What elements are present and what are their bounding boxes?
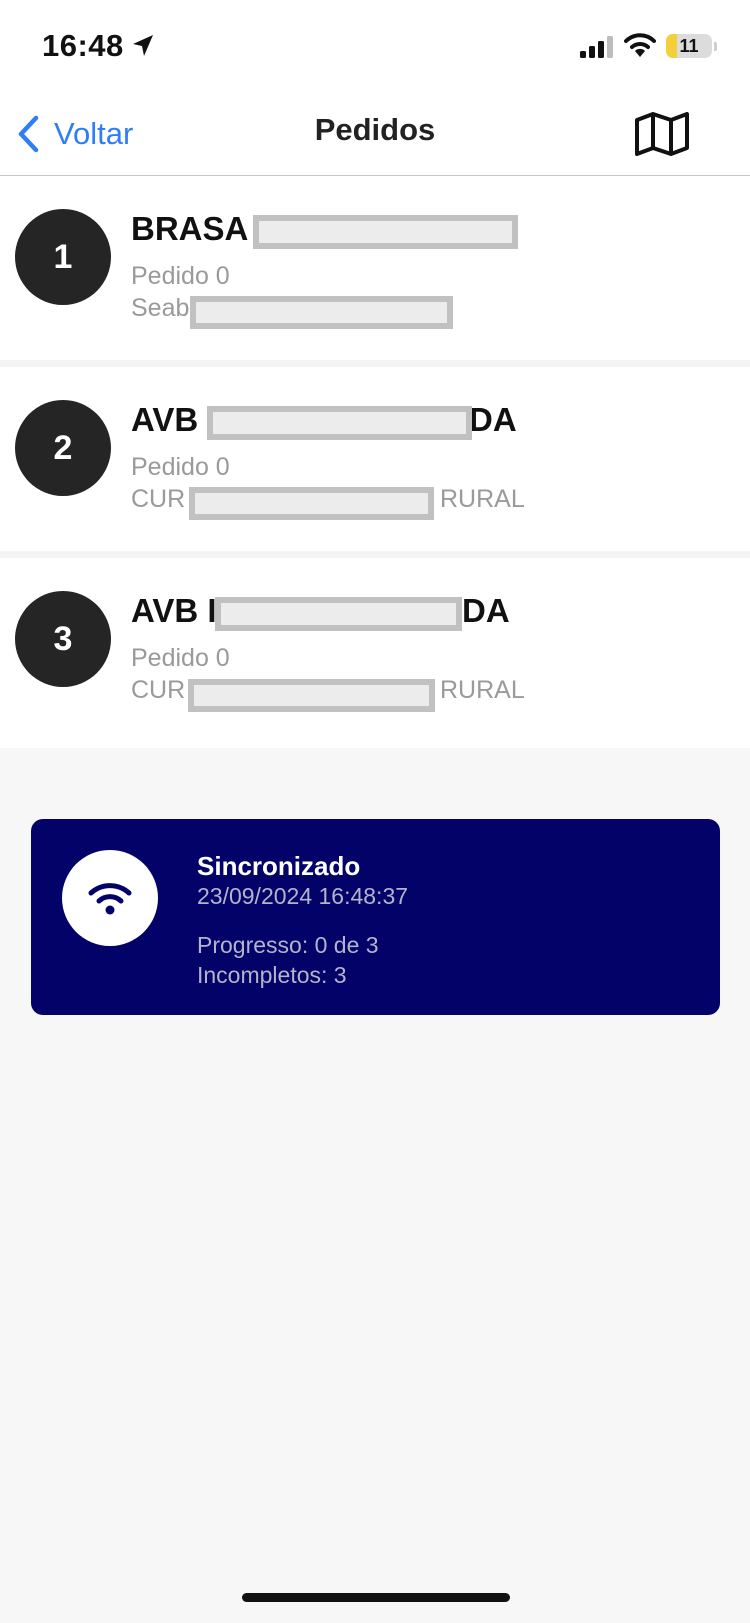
order-list: 1 BRASA Pedido 0 Seab 2 AVB DA Pedido 0 … (0, 176, 750, 748)
order-address-prefix: CUR (131, 485, 186, 513)
order-client-name: AVB I (131, 592, 217, 630)
sync-status-card[interactable]: Sincronizado 23/09/2024 16:48:37 Progres… (31, 819, 720, 1015)
order-address: Seab (131, 294, 189, 323)
map-button[interactable] (632, 108, 692, 160)
order-list-item[interactable]: 2 AVB DA Pedido 0 CUR RURAL (0, 367, 750, 558)
status-time: 16:48 (42, 28, 124, 63)
chevron-left-icon (18, 115, 39, 153)
order-address: CUR (131, 485, 185, 514)
sync-progress: Progresso: 0 de 3 (197, 932, 379, 958)
map-icon (635, 112, 689, 156)
order-address-suffix: RURAL (440, 485, 525, 513)
order-number-badge: 3 (15, 591, 111, 687)
order-number-badge: 2 (15, 400, 111, 496)
order-client-name-prefix: BRASA (131, 210, 249, 247)
order-client-name-suffix: DA (469, 401, 517, 438)
order-label: Pedido 0 (131, 644, 230, 672)
nav-bar: Voltar Pedidos (0, 96, 750, 176)
order-label: Pedido 0 (131, 453, 230, 481)
sync-datetime: 23/09/2024 16:48:37 (197, 883, 409, 909)
redacted-block (190, 296, 453, 329)
battery-nub (714, 42, 717, 51)
order-address-suffix: RURAL (440, 676, 525, 704)
sync-incomplete: Incompletos: 3 (197, 962, 347, 988)
sync-title: Sincronizado (197, 851, 361, 881)
redacted-block (189, 487, 434, 520)
redacted-block (215, 597, 462, 631)
order-address-prefix: CUR (131, 676, 186, 704)
order-address-prefix: Seab (131, 294, 190, 322)
wifi-icon (88, 883, 132, 915)
order-list-item[interactable]: 3 AVB I DA Pedido 0 CUR RURAL (0, 558, 750, 748)
order-list-item[interactable]: 1 BRASA Pedido 0 Seab (0, 176, 750, 367)
redacted-block (253, 215, 518, 249)
order-address: CUR (131, 676, 185, 705)
wifi-status-icon (624, 33, 656, 57)
order-label: Pedido 0 (131, 262, 230, 290)
order-client-name-suffix: DA (462, 592, 510, 629)
home-indicator[interactable] (242, 1593, 510, 1602)
location-arrow-icon (133, 35, 153, 56)
redacted-block (188, 679, 435, 712)
sync-icon-circle (62, 850, 158, 946)
back-label: Voltar (54, 116, 134, 151)
order-client-name-prefix: AVB I (131, 592, 217, 629)
order-client-name: BRASA (131, 210, 248, 248)
redacted-block (207, 406, 472, 440)
back-button[interactable]: Voltar (16, 110, 133, 158)
order-client-name: AVB (131, 401, 198, 439)
cellular-signal-icon (580, 36, 613, 58)
battery-icon: 11 (666, 34, 712, 58)
order-number-badge: 1 (15, 209, 111, 305)
status-bar: 16:48 11 (0, 0, 750, 96)
battery-level: 11 (679, 36, 699, 56)
order-client-name-prefix: AVB (131, 401, 199, 438)
